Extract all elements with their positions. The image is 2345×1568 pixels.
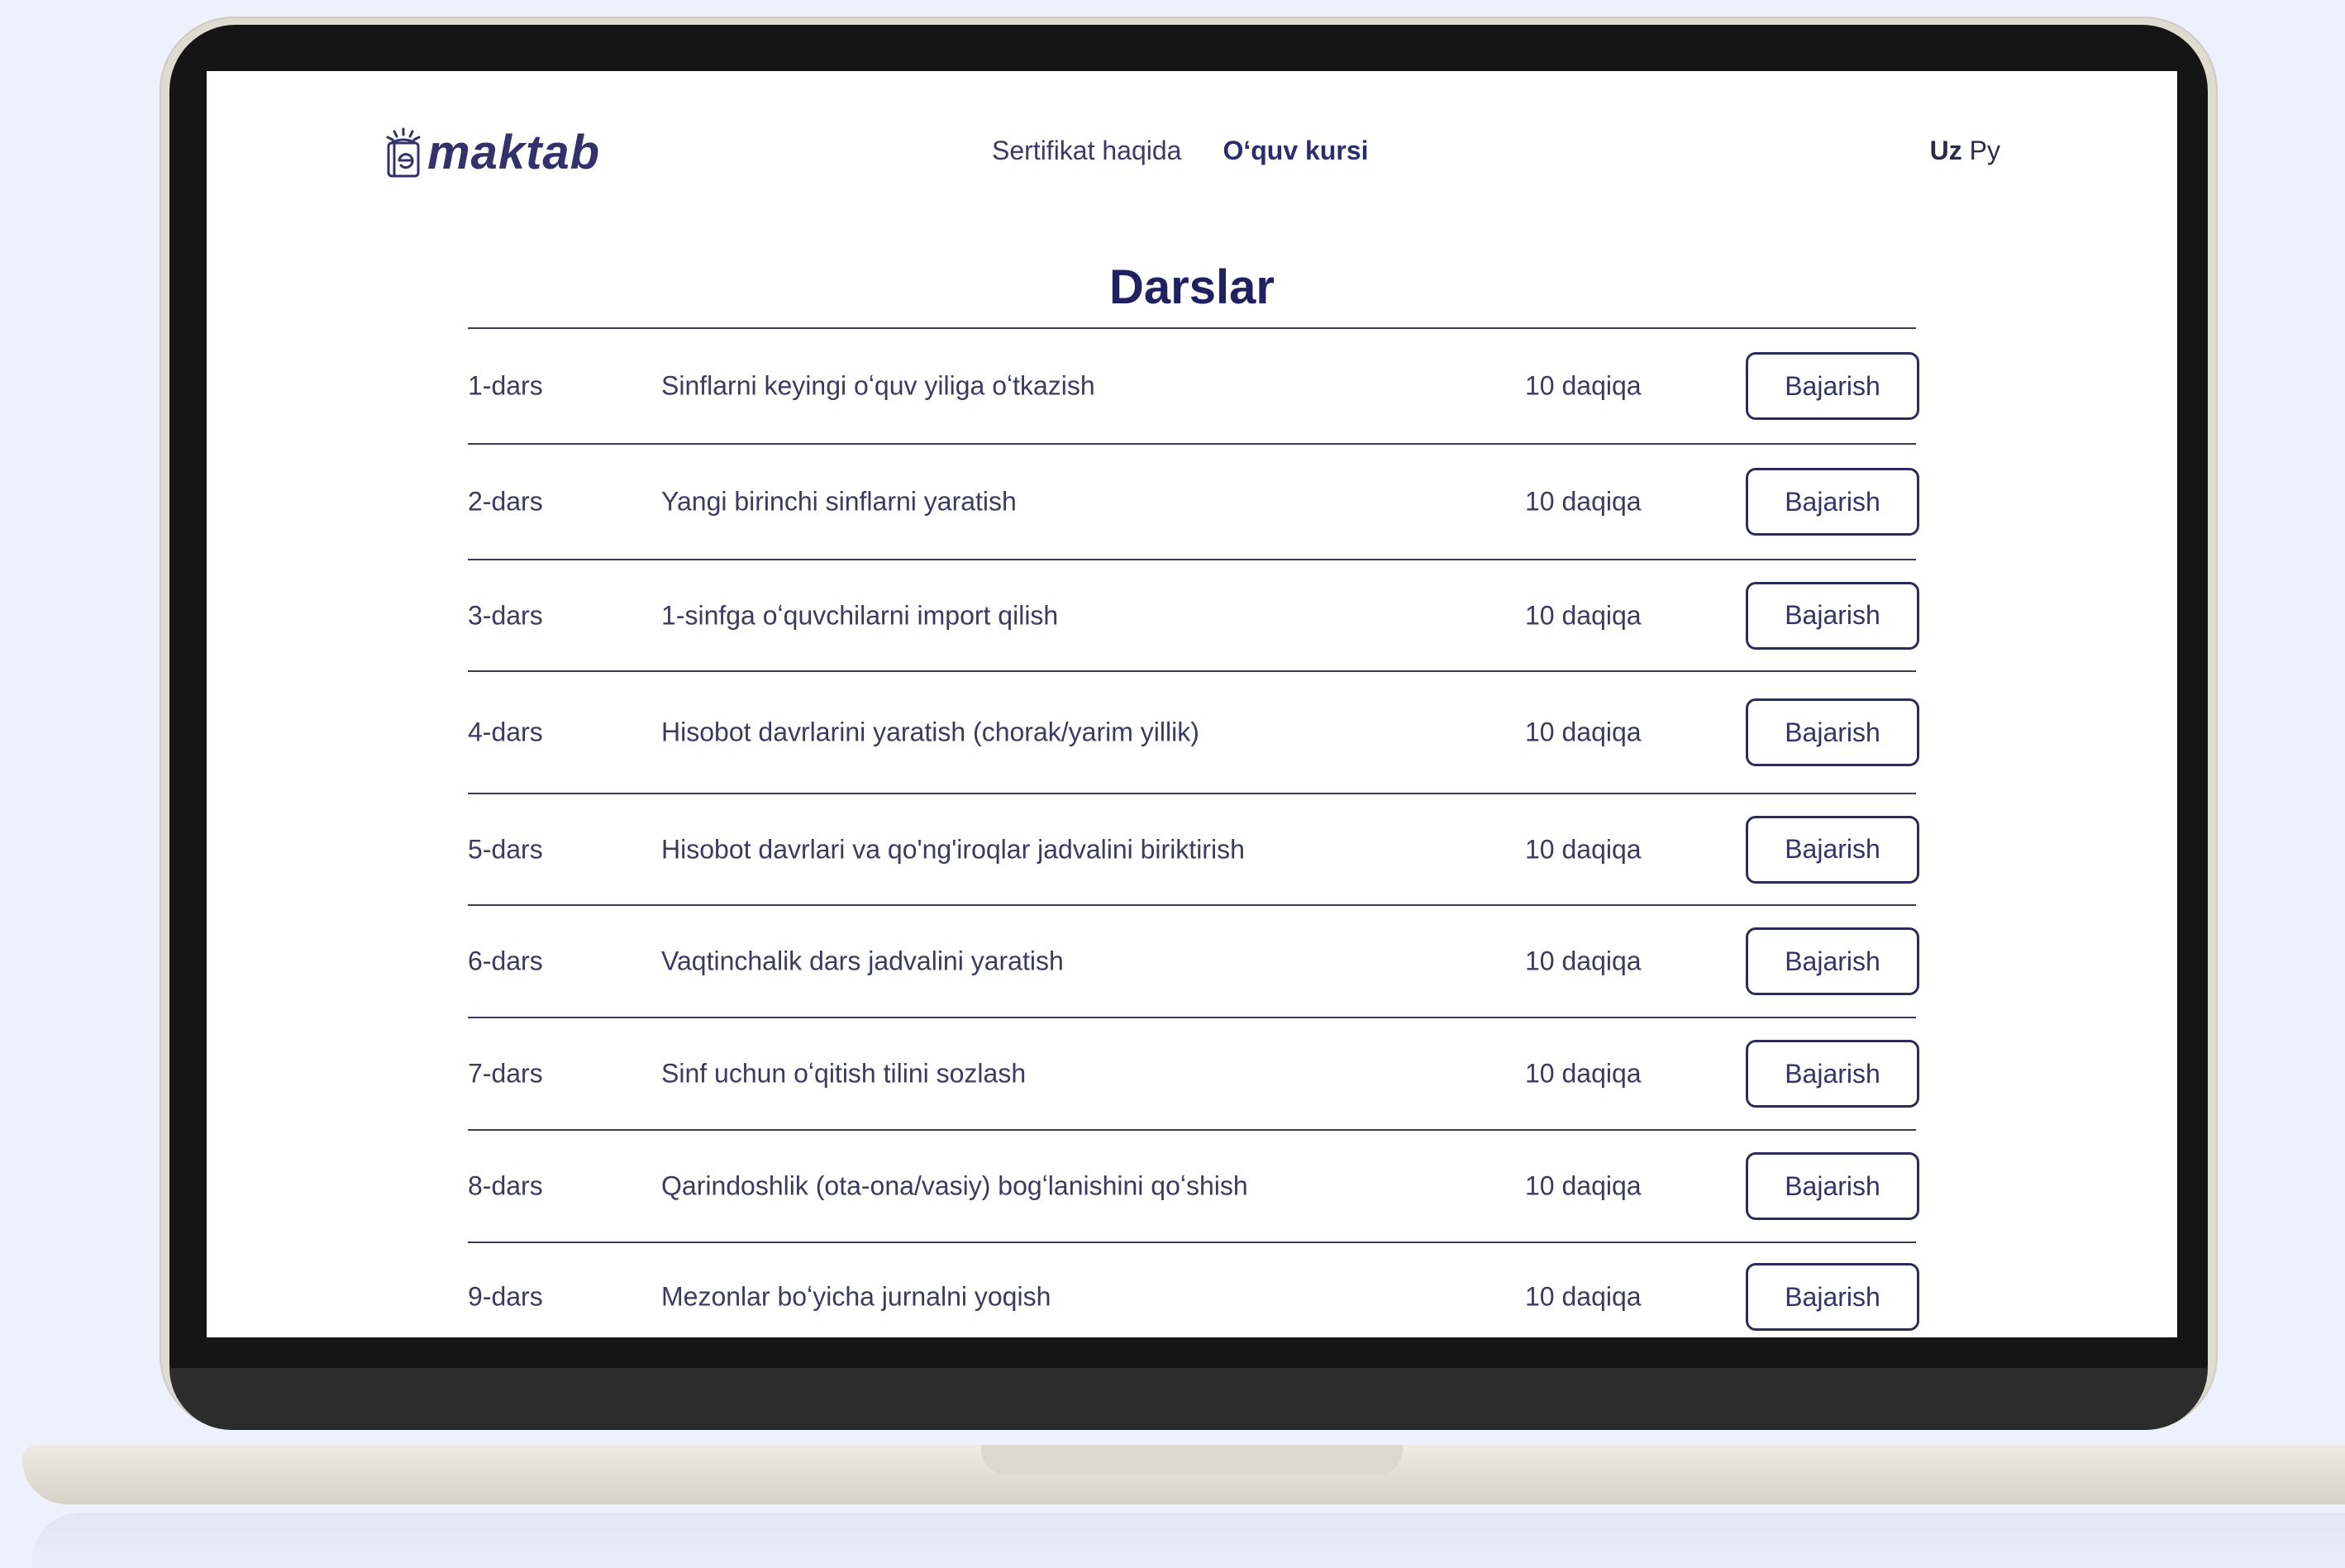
lesson-duration: 10 daqiqa [1525, 717, 1642, 747]
lesson-duration: 10 daqiqa [1525, 370, 1642, 401]
table-row: 5-dars Hisobot davrlari va qo'ng'iroqlar… [468, 794, 1919, 906]
lesson-number: 4-dars [468, 717, 543, 747]
lesson-duration: 10 daqiqa [1525, 834, 1642, 864]
table-row: 2-dars Yangi birinchi sinflarni yaratish… [468, 445, 1919, 560]
table-row: 3-dars 1-sinfga oʻquvchilarni import qil… [468, 560, 1919, 672]
lesson-number: 8-dars [468, 1170, 543, 1201]
lesson-duration: 10 daqiqa [1525, 1281, 1642, 1312]
bajarish-button[interactable]: Bajarish [1746, 815, 1919, 884]
lesson-duration: 10 daqiqa [1525, 486, 1642, 517]
lesson-name: Sinflarni keyingi oʻquv yiliga oʻtkazish [661, 370, 1095, 401]
lesson-number: 5-dars [468, 834, 543, 864]
table-row: 8-dars Qarindoshlik (ota-ona/vasiy) bogʻ… [468, 1131, 1919, 1243]
lesson-number: 6-dars [468, 946, 543, 976]
lesson-number: 1-dars [468, 370, 543, 401]
main-nav: Sertifikat haqida Oʻquv kursi [992, 136, 1369, 166]
lesson-number: 9-dars [468, 1281, 543, 1312]
language-switcher: Uz Ру [1930, 136, 2000, 166]
table-row: 6-dars Vaqtinchalik dars jadvalini yarat… [468, 906, 1919, 1018]
laptop-bezel-bottom [169, 1368, 2208, 1430]
bajarish-button[interactable]: Bajarish [1746, 698, 1919, 766]
table-row: 9-dars Mezonlar boʻyicha jurnalni yoqish… [468, 1243, 1919, 1337]
lessons-table: 1-dars Sinflarni keyingi oʻquv yiliga oʻ… [468, 327, 1919, 1337]
lang-uz[interactable]: Uz [1930, 136, 1962, 165]
lesson-name: Hisobot davrlarini yaratish (chorak/yari… [661, 717, 1199, 747]
lesson-number: 2-dars [468, 486, 543, 517]
lesson-name: Qarindoshlik (ota-ona/vasiy) bogʻlanishi… [661, 1170, 1248, 1201]
lesson-name: Vaqtinchalik dars jadvalini yaratish [661, 946, 1064, 976]
laptop-screen: maktab Sertifikat haqida Oʻquv kursi Uz … [207, 71, 2177, 1337]
bajarish-button[interactable]: Bajarish [1746, 1040, 1919, 1108]
lesson-duration: 10 daqiqa [1525, 1170, 1642, 1201]
table-row: 4-dars Hisobot davrlarini yaratish (chor… [468, 672, 1919, 794]
bajarish-button[interactable]: Bajarish [1746, 1263, 1919, 1331]
brand-name: maktab [427, 126, 601, 179]
lesson-duration: 10 daqiqa [1525, 600, 1642, 630]
lesson-number: 7-dars [468, 1058, 543, 1089]
table-row: 7-dars Sinf uchun oʻqitish tilini sozlas… [468, 1018, 1919, 1131]
table-row: 1-dars Sinflarni keyingi oʻquv yiliga oʻ… [468, 329, 1919, 445]
lesson-name: 1-sinfga oʻquvchilarni import qilish [661, 600, 1059, 630]
e-book-sun-icon [386, 127, 421, 177]
bajarish-button[interactable]: Bajarish [1746, 1152, 1919, 1220]
lesson-name: Hisobot davrlari va qo'ng'iroqlar jadval… [661, 834, 1245, 864]
lesson-number: 3-dars [468, 600, 543, 630]
lesson-duration: 10 daqiqa [1525, 946, 1642, 976]
brand-logo[interactable]: maktab [384, 125, 600, 180]
nav-item-oquv-kursi[interactable]: Oʻquv kursi [1223, 136, 1368, 166]
bajarish-button[interactable]: Bajarish [1746, 927, 1919, 995]
bajarish-button[interactable]: Bajarish [1746, 581, 1919, 650]
lang-ru[interactable]: Ру [1970, 136, 2000, 165]
bajarish-button[interactable]: Bajarish [1746, 468, 1919, 536]
lesson-name: Sinf uchun oʻqitish tilini sozlash [661, 1058, 1027, 1089]
lesson-name: Yangi birinchi sinflarni yaratish [661, 486, 1017, 517]
lesson-duration: 10 daqiqa [1525, 1058, 1642, 1089]
floor-shadow [31, 1513, 2345, 1568]
bajarish-button[interactable]: Bajarish [1746, 352, 1919, 420]
nav-item-sertifikat[interactable]: Sertifikat haqida [992, 136, 1181, 166]
laptop-base-notch [981, 1445, 1403, 1475]
lesson-name: Mezonlar boʻyicha jurnalni yoqish [661, 1281, 1051, 1312]
page-title: Darslar [1109, 260, 1275, 314]
